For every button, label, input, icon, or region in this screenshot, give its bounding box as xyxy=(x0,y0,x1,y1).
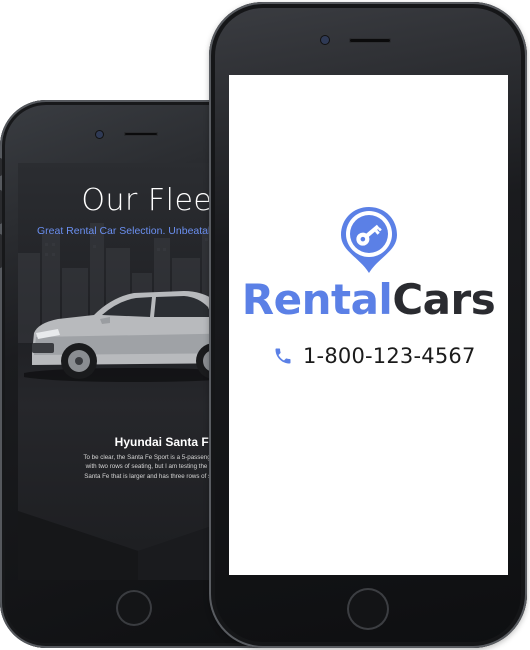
home-button xyxy=(116,590,152,626)
camera-icon xyxy=(96,131,103,138)
rentalcars-splash-screen: RentalCars 1-800-123-4567 xyxy=(229,75,508,575)
speaker-grille xyxy=(349,38,391,43)
camera-icon xyxy=(321,36,329,44)
brand-part-rental: Rental xyxy=(241,275,393,324)
phone-icon xyxy=(275,348,291,364)
front-phone: RentalCars 1-800-123-4567 xyxy=(209,2,527,648)
brand-logo-text: RentalCars xyxy=(229,275,508,324)
phone-number[interactable]: 1-800-123-4567 xyxy=(303,344,476,368)
map-pin-key-icon xyxy=(341,207,397,273)
side-button xyxy=(0,158,2,176)
home-button xyxy=(347,588,389,630)
side-button xyxy=(0,190,2,224)
side-button xyxy=(0,234,2,268)
brand-part-cars: Cars xyxy=(392,275,496,324)
mockup-stage: Our Fleet Great Rental Car Selection. Un… xyxy=(0,0,530,650)
fleet-subtitle: Great Rental Car Selection. Unbeatable xyxy=(37,225,223,237)
speaker-grille xyxy=(124,132,158,136)
phone-contact[interactable]: 1-800-123-4567 xyxy=(273,341,476,371)
